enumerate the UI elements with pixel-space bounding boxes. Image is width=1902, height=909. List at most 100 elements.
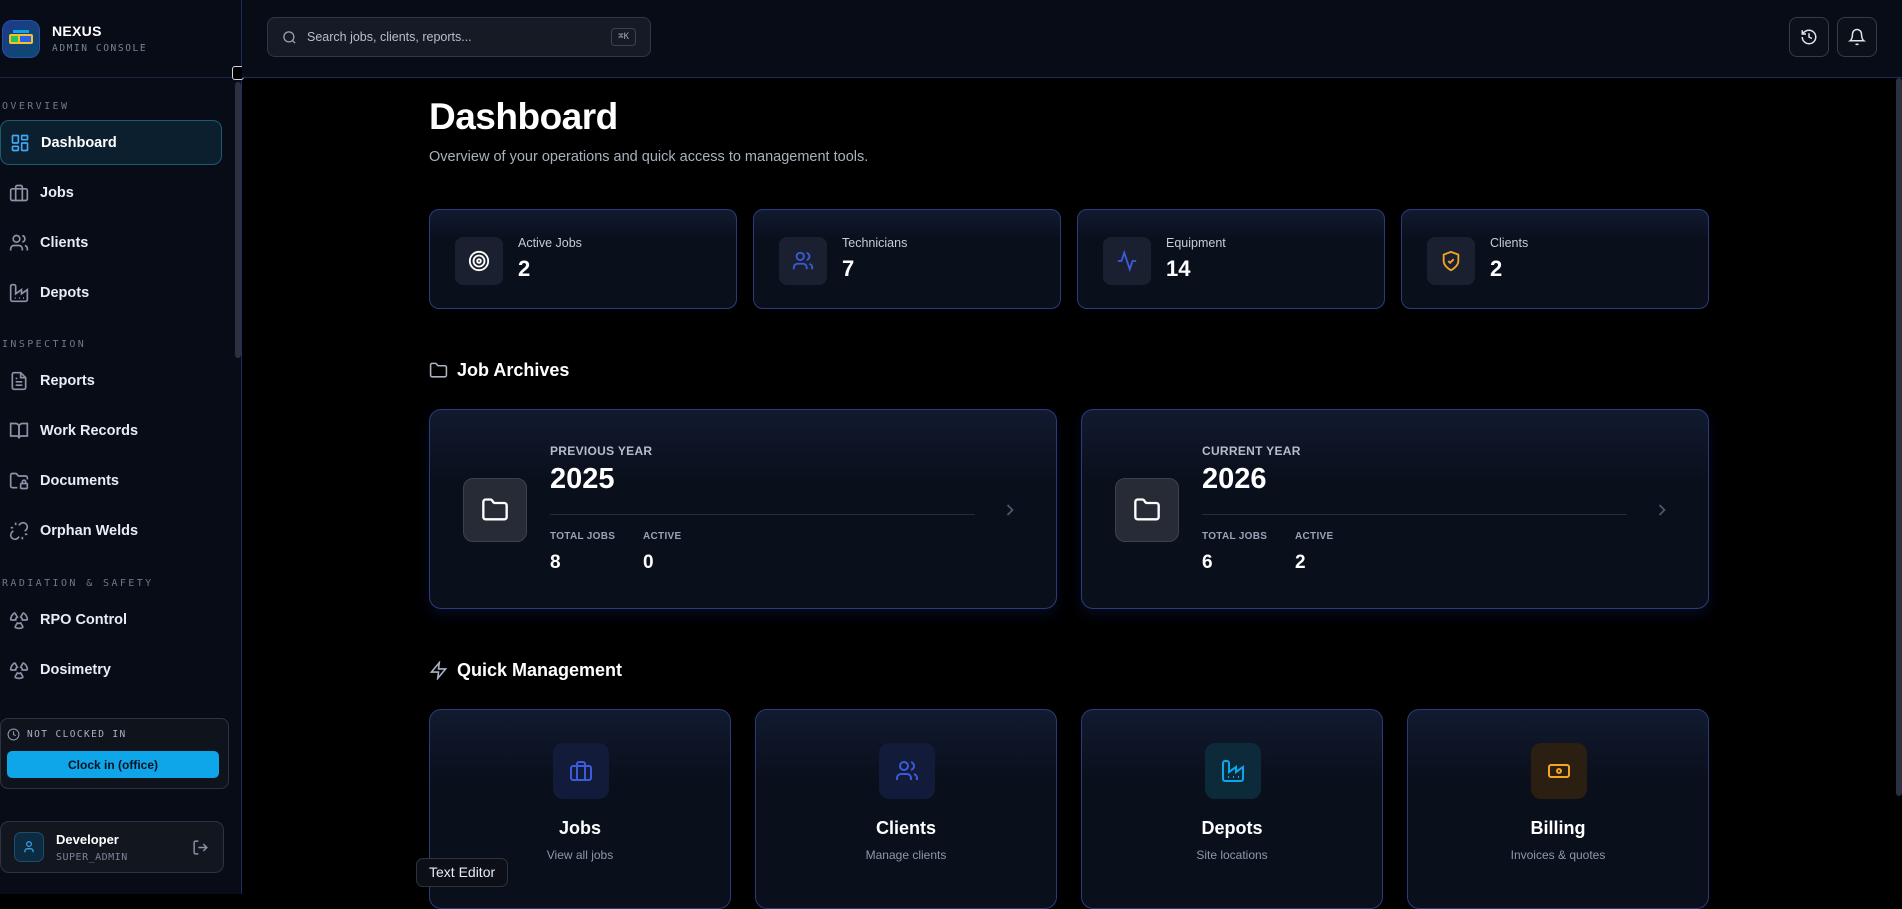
sidebar-item-label: Jobs	[40, 184, 74, 201]
brand-name: NEXUS	[52, 23, 102, 39]
quick-card-subtitle: Invoices & quotes	[1510, 848, 1606, 862]
user-card[interactable]: Developer SUPER_ADMIN	[0, 821, 224, 873]
archive-label: PREVIOUS YEAR	[550, 444, 653, 458]
sidebar-item-orphan-welds[interactable]: Orphan Welds	[0, 508, 232, 553]
stat-value: 2	[518, 256, 531, 281]
sidebar-item-dashboard[interactable]: Dashboard	[0, 120, 222, 165]
clock-status-text: NOT CLOCKED IN	[27, 729, 127, 740]
archive-total-label: TOTAL JOBS	[550, 531, 616, 542]
history-button[interactable]	[1789, 17, 1829, 57]
section-label-inspection: INSPECTION	[2, 339, 87, 350]
sidebar-item-dosimetry[interactable]: Dosimetry	[0, 647, 232, 692]
archive-label: CURRENT YEAR	[1202, 444, 1301, 458]
sidebar-item-rpo-control[interactable]: RPO Control	[0, 597, 232, 642]
search-icon	[283, 30, 296, 44]
folder-icon	[1134, 498, 1160, 521]
stat-label: Active Jobs	[518, 236, 582, 250]
banknote-icon	[1548, 764, 1570, 778]
quick-card-clients[interactable]: Clients Manage clients	[755, 709, 1057, 909]
briefcase-icon	[9, 184, 29, 201]
history-icon	[1801, 29, 1817, 45]
stat-card-equipment[interactable]: Equipment 14	[1077, 209, 1385, 309]
archive-year: 2026	[1202, 463, 1267, 495]
quick-card-depots[interactable]: Depots Site locations	[1081, 709, 1383, 909]
stat-card-active-jobs[interactable]: Active Jobs 2	[429, 209, 737, 309]
unlink-icon	[9, 521, 29, 540]
section-label-radiation: RADIATION & SAFETY	[2, 578, 154, 589]
factory-icon	[1222, 760, 1244, 782]
page-title: Dashboard	[429, 96, 618, 137]
section-heading-text: Job Archives	[457, 360, 570, 380]
logout-icon[interactable]	[192, 839, 209, 856]
sidebar-item-documents[interactable]: Documents	[0, 458, 232, 503]
sidebar-item-label: RPO Control	[40, 611, 127, 628]
sidebar-item-label: Dashboard	[41, 134, 117, 151]
quick-card-subtitle: Manage clients	[865, 848, 947, 862]
sidebar-scrollbar[interactable]	[235, 82, 241, 358]
archive-active-label: ACTIVE	[643, 531, 682, 542]
folder-icon	[482, 498, 508, 521]
section-heading-job-archives: Job Archives	[429, 360, 569, 381]
brand[interactable]: NEXUS ADMIN CONSOLE	[0, 0, 241, 78]
sidebar-item-depots[interactable]: Depots	[0, 270, 232, 315]
quick-card-subtitle: Site locations	[1196, 848, 1268, 862]
clock-icon	[7, 728, 20, 741]
archive-active-value: 2	[1295, 552, 1306, 573]
sidebar-item-label: Clients	[40, 234, 89, 251]
brand-subtitle: ADMIN CONSOLE	[52, 43, 148, 54]
sidebar-item-label: Dosimetry	[40, 661, 111, 678]
folder-lock-icon	[9, 472, 29, 489]
section-label-overview: OVERVIEW	[2, 101, 70, 112]
archive-year: 2025	[550, 463, 615, 495]
archive-total-value: 8	[550, 552, 561, 573]
main-scrollbar[interactable]	[1896, 78, 1902, 796]
section-heading-text: Quick Management	[457, 660, 623, 680]
sidebar-item-label: Work Records	[40, 422, 139, 439]
sidebar-item-work-records[interactable]: Work Records	[0, 408, 232, 453]
stat-value: 14	[1166, 256, 1191, 281]
clock-in-button[interactable]: Clock in (office)	[7, 751, 219, 778]
quick-card-title: Jobs	[558, 818, 601, 838]
tooltip: Text Editor	[416, 858, 509, 887]
avatar	[14, 832, 44, 862]
sidebar-item-jobs[interactable]: Jobs	[0, 170, 232, 215]
folder-icon	[429, 362, 448, 378]
users-icon	[9, 234, 29, 250]
logo	[2, 19, 40, 58]
search-input[interactable]	[307, 30, 587, 44]
archive-active-value: 0	[643, 552, 654, 573]
quick-card-billing[interactable]: Billing Invoices & quotes	[1407, 709, 1709, 909]
stat-value: 2	[1490, 256, 1503, 281]
sidebar-item-label: Documents	[40, 472, 119, 489]
search-box[interactable]: ⌘K	[267, 17, 651, 57]
divider	[1202, 514, 1627, 515]
stat-label: Clients	[1490, 236, 1529, 250]
sidebar-item-label: Reports	[40, 372, 95, 389]
stat-value: 7	[842, 256, 855, 281]
quick-card-title: Depots	[1201, 818, 1263, 838]
archive-card-previous-year[interactable]: PREVIOUS YEAR 2025 TOTAL JOBS 8 ACTIVE 0	[429, 409, 1057, 609]
search-shortcut-badge: ⌘K	[611, 28, 636, 46]
notifications-button[interactable]	[1837, 17, 1877, 57]
chevron-right-icon	[1658, 504, 1666, 516]
factory-icon	[9, 283, 29, 302]
stat-card-technicians[interactable]: Technicians 7	[753, 209, 1061, 309]
users-icon	[896, 761, 918, 780]
layout-grid-icon	[11, 134, 29, 151]
clock-card: NOT CLOCKED IN Clock in (office)	[0, 718, 229, 789]
clock-status: NOT CLOCKED IN	[1, 719, 228, 741]
topbar: ⌘K	[242, 0, 1902, 78]
stat-card-clients[interactable]: Clients 2	[1401, 209, 1709, 309]
sidebar-item-label: Orphan Welds	[40, 522, 139, 539]
divider	[550, 514, 975, 515]
user-icon	[24, 841, 34, 853]
archive-card-current-year[interactable]: CURRENT YEAR 2026 TOTAL JOBS 6 ACTIVE 2	[1081, 409, 1709, 609]
activity-icon	[1117, 250, 1137, 272]
target-icon	[468, 250, 490, 272]
sidebar-item-reports[interactable]: Reports	[0, 358, 232, 403]
sidebar-item-clients[interactable]: Clients	[0, 220, 232, 265]
stat-label: Equipment	[1166, 236, 1226, 250]
sidebar-item-label: Depots	[40, 284, 90, 301]
sidebar-nav: OVERVIEW Dashboard Jobs Clients Depots I…	[0, 78, 232, 692]
radiation-icon	[9, 661, 29, 679]
